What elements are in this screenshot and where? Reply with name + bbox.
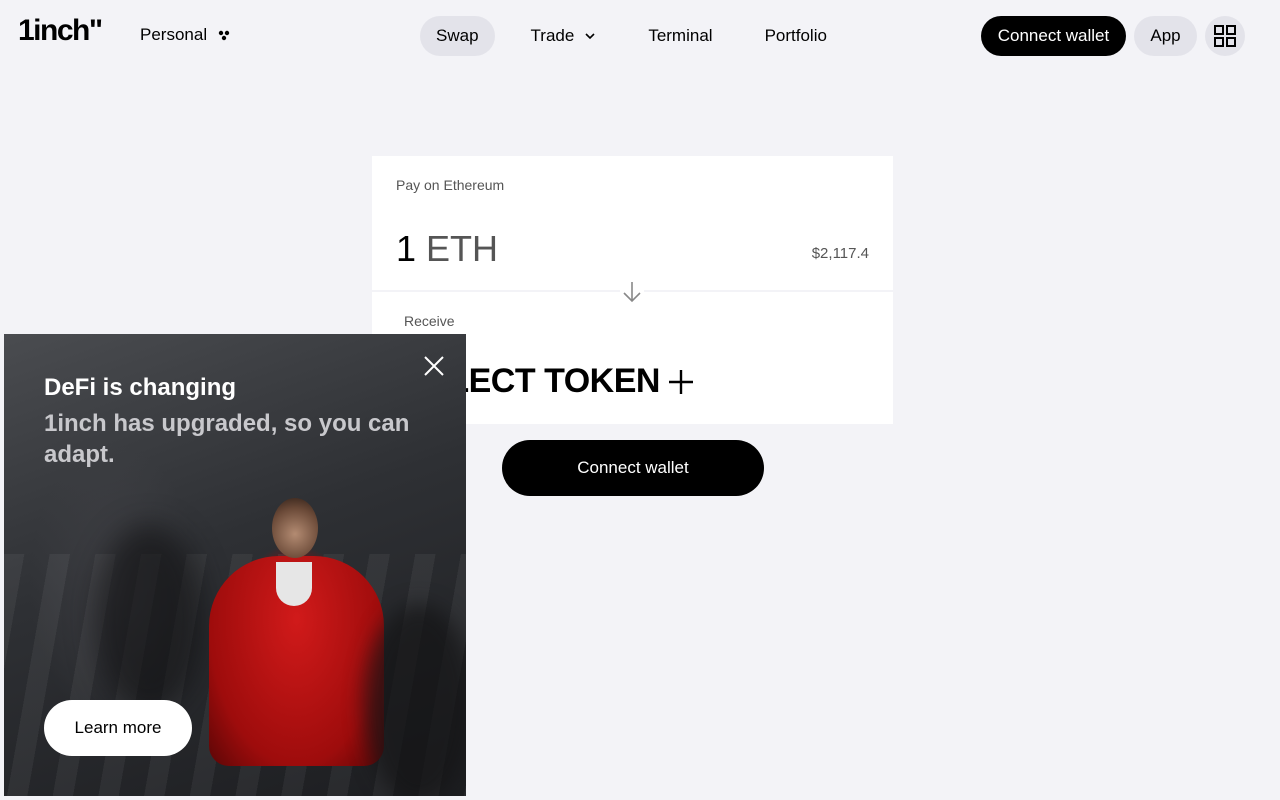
blurred-pedestrian-2 <box>364 604 466 796</box>
grid-menu-icon <box>1214 25 1236 47</box>
nav-terminal-label: Terminal <box>648 26 713 45</box>
account-mode-selector[interactable]: Personal <box>140 25 231 45</box>
nav-swap-label: Swap <box>436 26 479 45</box>
nav-trade[interactable]: Trade <box>515 16 613 56</box>
blurred-pedestrian <box>94 524 204 714</box>
connect-wallet-main-button[interactable]: Connect wallet <box>502 440 764 496</box>
nav-swap[interactable]: Swap <box>420 16 495 56</box>
close-icon[interactable] <box>422 354 446 378</box>
connect-wallet-button[interactable]: Connect wallet <box>981 16 1126 56</box>
dots-icon <box>218 30 230 41</box>
nav-portfolio[interactable]: Portfolio <box>749 16 843 56</box>
app-button[interactable]: App <box>1134 16 1197 56</box>
nav-terminal[interactable]: Terminal <box>632 16 728 56</box>
receive-label: Receive <box>404 313 455 329</box>
logo[interactable]: 1inch" <box>18 14 103 48</box>
pay-amount-input[interactable]: 1 <box>396 228 416 270</box>
pay-label: Pay on Ethereum <box>396 177 505 193</box>
pay-section: Pay on Ethereum 1 ETH $2,117.4 <box>372 156 893 290</box>
chevron-down-icon <box>585 33 595 40</box>
promo-popup: DeFi is changing 1inch has upgraded, so … <box>4 334 466 796</box>
plus-icon <box>668 369 693 394</box>
promo-figure-head <box>272 498 318 558</box>
switch-direction-button[interactable] <box>620 280 644 304</box>
account-mode-label: Personal <box>140 25 208 44</box>
top-navigation: 1inch" Personal Swap Trade Terminal Port… <box>0 0 1280 72</box>
arrow-down-icon <box>623 282 641 303</box>
nav-portfolio-label: Portfolio <box>764 26 827 45</box>
promo-title: DeFi is changing <box>44 374 237 401</box>
grid-menu-button[interactable] <box>1205 16 1245 56</box>
pay-usd-value: $2,117.4 <box>811 245 869 262</box>
promo-figure-shirt <box>276 562 312 606</box>
learn-more-button[interactable]: Learn more <box>44 700 192 756</box>
promo-subtitle: 1inch has upgraded, so you can adapt. <box>44 410 410 468</box>
main-nav: Swap Trade Terminal Portfolio <box>420 16 863 56</box>
nav-trade-label: Trade <box>530 26 575 45</box>
pay-token-selector[interactable]: ETH <box>426 228 498 270</box>
